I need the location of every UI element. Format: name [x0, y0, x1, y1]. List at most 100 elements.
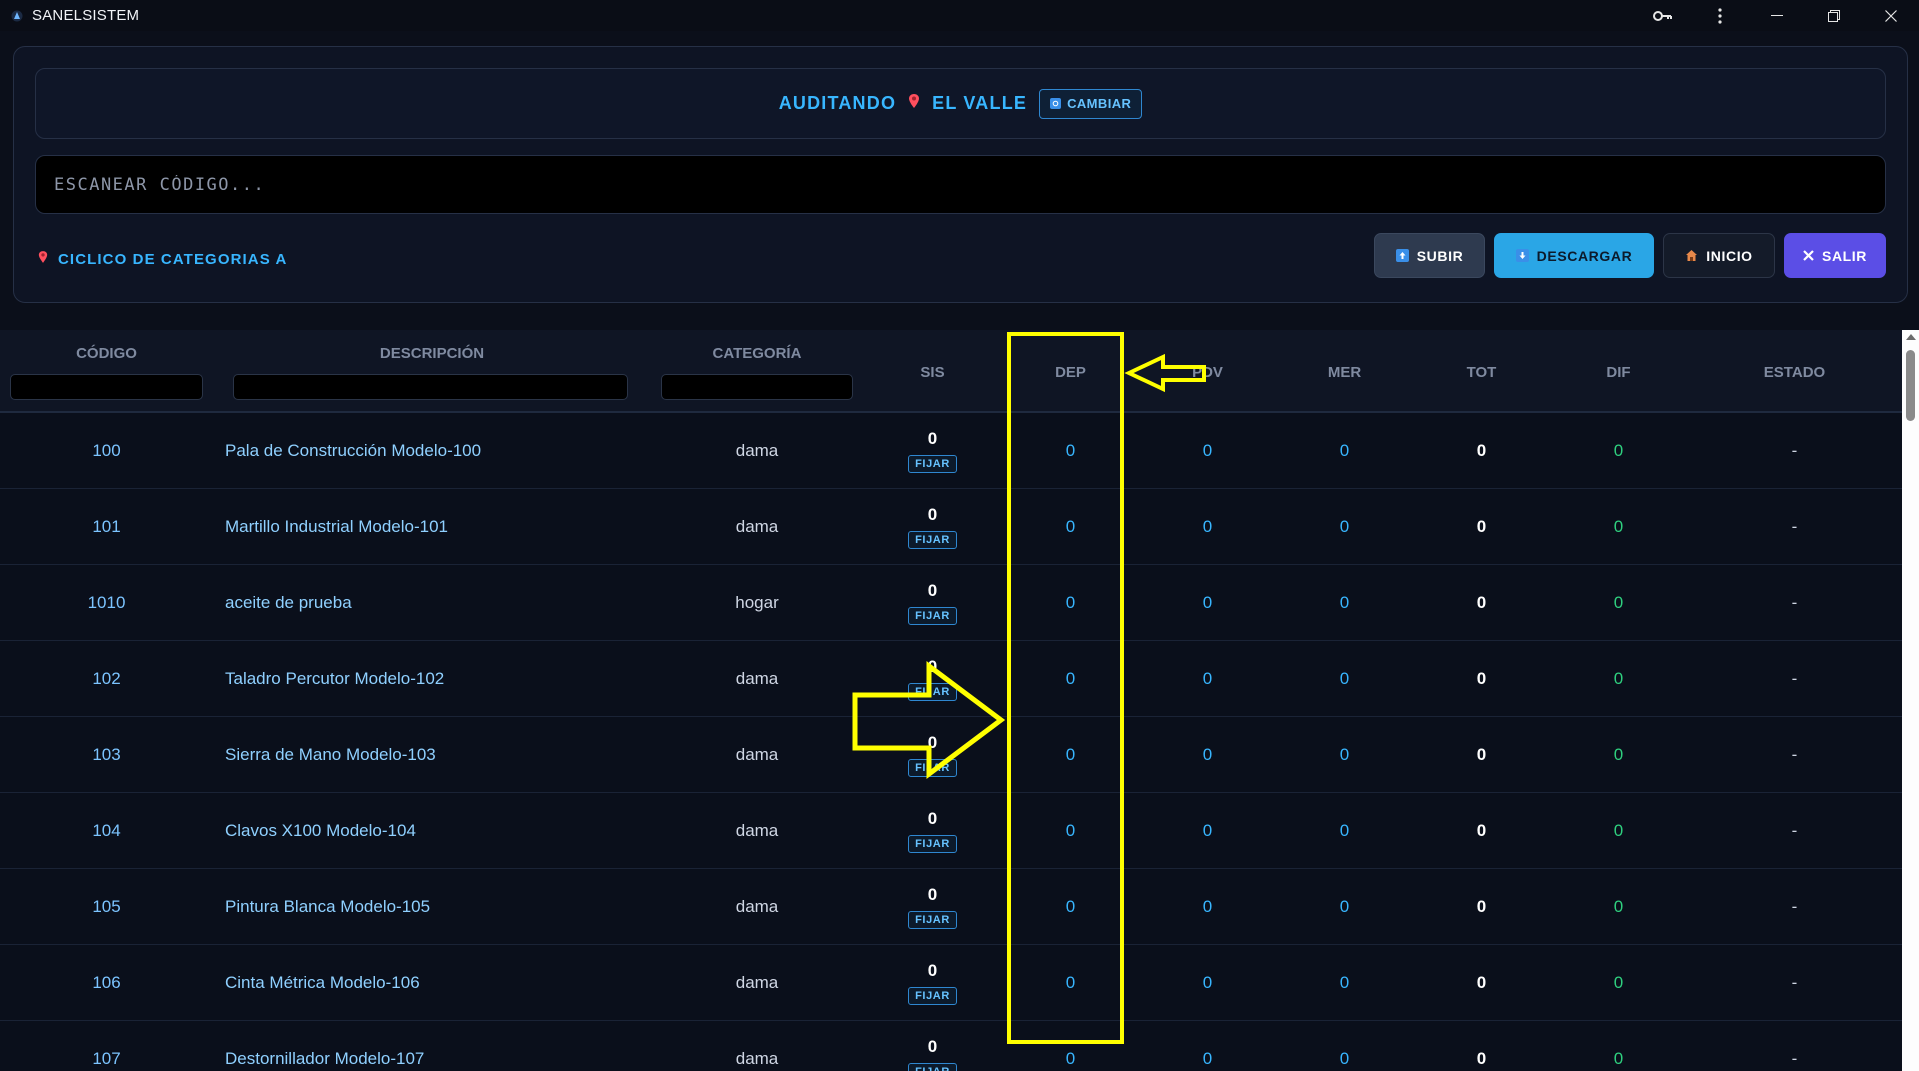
- cell-dif: 0: [1613, 517, 1624, 536]
- download-icon: [1515, 249, 1529, 262]
- cell-categoria: dama: [735, 745, 779, 764]
- sis-value: 0: [927, 809, 938, 828]
- sis-value: 0: [927, 1037, 938, 1056]
- filter-codigo-input[interactable]: [10, 374, 203, 400]
- location-pin-icon: [38, 250, 48, 268]
- cell-dif: 0: [1613, 593, 1624, 612]
- fix-button[interactable]: FIJAR: [908, 987, 957, 1005]
- column-header-tot: TOT: [1466, 364, 1497, 381]
- fix-button[interactable]: FIJAR: [908, 835, 957, 853]
- cell-sis: 0 FIJAR: [863, 945, 1002, 1021]
- cell-sis: 0 FIJAR: [863, 489, 1002, 565]
- restore-icon[interactable]: [1805, 0, 1862, 31]
- cell-dep: 0: [1065, 897, 1076, 916]
- table-row[interactable]: 1010 aceite de prueba hogar 0 0 0 0 0 - 0 FIJAR: [0, 565, 1902, 641]
- cell-mer: 0: [1339, 669, 1350, 688]
- window-title: SANELSISTEM: [32, 7, 140, 24]
- sis-value: 0: [927, 581, 938, 600]
- action-toolbar: SUBIR DESCARGAR INICIO SALIR: [1374, 233, 1886, 278]
- table-row[interactable]: 103 Sierra de Mano Modelo-103 dama 0 0 0 0 0 - 0 F…: [0, 717, 1902, 793]
- cell-dif: 0: [1613, 897, 1624, 916]
- cell-estado: -: [1791, 517, 1798, 536]
- fix-button[interactable]: FIJAR: [908, 759, 957, 777]
- scrollbar-thumb[interactable]: [1906, 350, 1915, 421]
- cell-categoria: dama: [735, 517, 779, 536]
- cell-sis: 0 FIJAR: [863, 793, 1002, 869]
- table-row[interactable]: 104 Clavos X100 Modelo-104 dama 0 0 0 0 0 - 0 FIJA…: [0, 793, 1902, 869]
- column-header-sis: SIS: [920, 364, 945, 381]
- scan-code-input[interactable]: [35, 155, 1886, 214]
- cell-tot: 0: [1476, 517, 1487, 536]
- cell-categoria: dama: [735, 897, 779, 916]
- minimize-icon[interactable]: [1748, 0, 1805, 31]
- cell-mer: 0: [1339, 973, 1350, 992]
- column-header-categoria: CATEGORÍA: [712, 345, 802, 362]
- fix-button[interactable]: FIJAR: [908, 607, 957, 625]
- fix-button[interactable]: FIJAR: [908, 1063, 957, 1071]
- cell-dif: 0: [1613, 973, 1624, 992]
- cell-codigo: 104: [92, 821, 121, 840]
- sis-value: 0: [927, 733, 938, 752]
- table-row[interactable]: 106 Cinta Métrica Modelo-106 dama 0 0 0 0 0 - 0 FI…: [0, 945, 1902, 1021]
- cell-codigo: 105: [92, 897, 121, 916]
- cell-estado: -: [1791, 1049, 1798, 1068]
- cell-pdv: 0: [1202, 897, 1213, 916]
- upload-button[interactable]: SUBIR: [1374, 233, 1485, 278]
- close-icon[interactable]: [1862, 0, 1919, 31]
- key-icon[interactable]: [1634, 0, 1691, 31]
- cell-categoria: dama: [735, 441, 779, 460]
- audit-status: AUDITANDO EL VALLE CAMBIAR: [778, 88, 1143, 119]
- cell-pdv: 0: [1202, 593, 1213, 612]
- cell-estado: -: [1791, 441, 1798, 460]
- cell-sis: 0 FIJAR: [863, 1021, 1002, 1071]
- audit-header-panel: AUDITANDO EL VALLE CAMBIAR CICLICO DE CA…: [13, 46, 1908, 303]
- cyclic-category-label: CICLICO DE CATEGORIAS A: [58, 250, 288, 268]
- cell-codigo: 106: [92, 973, 121, 992]
- audit-location-box: AUDITANDO EL VALLE CAMBIAR: [35, 68, 1886, 139]
- cell-sis: 0 FIJAR: [863, 641, 1002, 717]
- fix-button[interactable]: FIJAR: [908, 683, 957, 701]
- cyclic-category: CICLICO DE CATEGORIAS A: [38, 250, 287, 268]
- cell-descripcion: Clavos X100 Modelo-104: [225, 821, 416, 840]
- download-button[interactable]: DESCARGAR: [1494, 233, 1654, 278]
- cell-dep: 0: [1065, 441, 1076, 460]
- cell-dep: 0: [1065, 593, 1076, 612]
- auditing-label: AUDITANDO: [778, 93, 897, 113]
- change-location-button[interactable]: CAMBIAR: [1039, 88, 1143, 119]
- table-row[interactable]: 107 Destornillador Modelo-107 dama 0 0 0 0 0 - 0 F…: [0, 1021, 1902, 1071]
- cell-descripcion: Martillo Industrial Modelo-101: [225, 517, 448, 536]
- more-vertical-icon[interactable]: [1691, 0, 1748, 31]
- filter-descripcion-input[interactable]: [233, 374, 628, 400]
- cell-mer: 0: [1339, 897, 1350, 916]
- home-button[interactable]: INICIO: [1663, 233, 1775, 278]
- cell-tot: 0: [1476, 593, 1487, 612]
- cell-dif: 0: [1613, 1049, 1624, 1068]
- vertical-scrollbar[interactable]: [1902, 330, 1919, 1071]
- cell-sis: 0 FIJAR: [863, 869, 1002, 945]
- table-row[interactable]: 105 Pintura Blanca Modelo-105 dama 0 0 0 0 0 - 0 F…: [0, 869, 1902, 945]
- filter-categoria-input[interactable]: [661, 374, 853, 400]
- cell-dep: 0: [1065, 1049, 1076, 1068]
- cell-dep: 0: [1065, 517, 1076, 536]
- cell-codigo: 101: [92, 517, 121, 536]
- fix-button[interactable]: FIJAR: [908, 911, 957, 929]
- refresh-icon: [1050, 98, 1062, 109]
- table-row[interactable]: 102 Taladro Percutor Modelo-102 dama 0 0 0 0 0 -…: [0, 641, 1902, 717]
- fix-button[interactable]: FIJAR: [908, 455, 957, 473]
- cell-dep: 0: [1065, 669, 1076, 688]
- cell-pdv: 0: [1202, 1049, 1213, 1068]
- cell-descripcion: Taladro Percutor Modelo-102: [225, 669, 445, 688]
- cell-codigo: 103: [92, 745, 121, 764]
- column-header-pdv: PDV: [1192, 364, 1223, 381]
- cell-tot: 0: [1476, 669, 1487, 688]
- column-header-dif: DIF: [1606, 364, 1631, 381]
- cell-codigo: 102: [92, 669, 121, 688]
- fix-button[interactable]: FIJAR: [908, 531, 957, 549]
- cell-codigo: 100: [92, 441, 121, 460]
- table-row[interactable]: 101 Martillo Industrial Modelo-101 dama 0 0 0…: [0, 489, 1902, 565]
- cell-mer: 0: [1339, 441, 1350, 460]
- scroll-up-arrow-icon[interactable]: [1906, 334, 1916, 340]
- table-row[interactable]: 100 Pala de Construcción Modelo-100 dama 0 0…: [0, 413, 1902, 489]
- exit-button[interactable]: SALIR: [1784, 233, 1886, 278]
- title-bar: SANELSISTEM: [0, 0, 1919, 31]
